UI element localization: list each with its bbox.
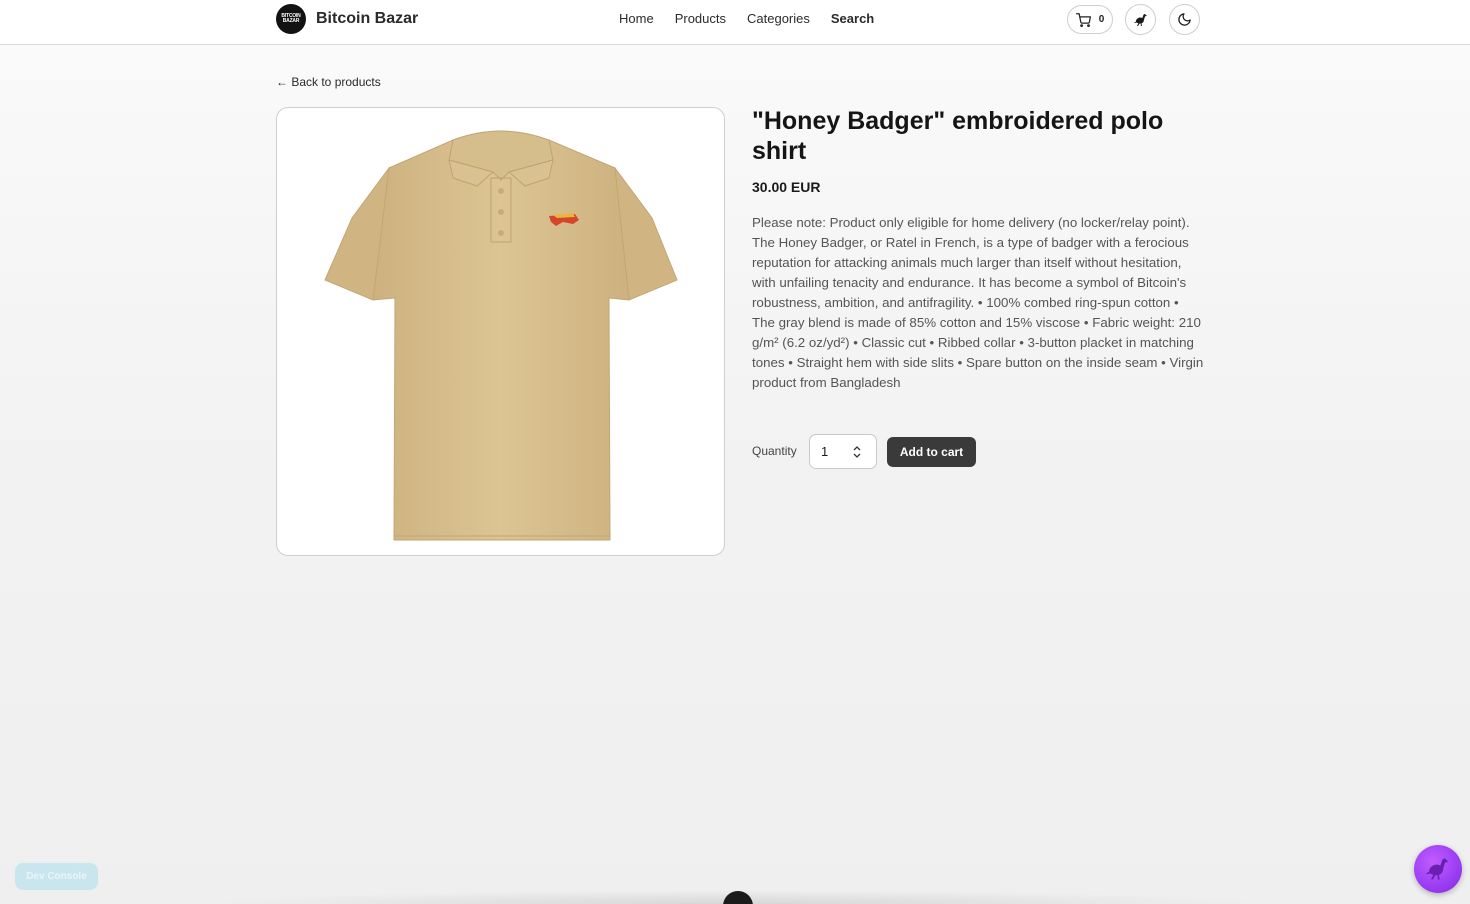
nav-categories[interactable]: Categories xyxy=(747,11,810,26)
dev-console-button[interactable]: Dev Console xyxy=(15,863,98,890)
product-image-polo-shirt xyxy=(324,130,678,541)
moon-icon xyxy=(1178,13,1191,26)
brand-name: Bitcoin Bazar xyxy=(316,10,419,27)
product-title: "Honey Badger" embroidered polo shirt xyxy=(752,107,1164,165)
nav-search[interactable]: Search xyxy=(831,11,874,26)
quantity-stepper[interactable]: 1 xyxy=(809,434,877,469)
brand-logo: BITCOIN BAZAR xyxy=(276,4,306,34)
ostrich-icon xyxy=(1426,858,1448,880)
shopping-cart-icon xyxy=(1075,12,1091,27)
product-image-card xyxy=(276,107,725,556)
brand-home-link[interactable]: BITCOIN BAZAR Bitcoin Bazar xyxy=(276,4,418,34)
theme-toggle-button[interactable] xyxy=(1169,4,1200,35)
page-background xyxy=(0,45,1470,904)
nostr-chat-fab[interactable] xyxy=(1414,845,1462,893)
cart-button[interactable]: 0 xyxy=(1067,5,1113,34)
nav-home[interactable]: Home xyxy=(619,11,654,26)
logo-text-bottom: BAZAR xyxy=(282,18,300,24)
main-nav: Home Products Categories Search xyxy=(619,11,895,26)
top-navbar: BITCOIN BAZAR Bitcoin Bazar Home Product… xyxy=(0,0,1470,45)
quantity-label: Quantity xyxy=(752,444,797,458)
add-to-cart-button[interactable]: Add to cart xyxy=(887,437,976,467)
ostrich-icon xyxy=(1133,13,1147,26)
product-price: 30.00 EUR xyxy=(752,179,821,195)
back-to-products-link[interactable]: ← Back to products xyxy=(276,75,381,89)
nav-products[interactable]: Products xyxy=(675,11,726,26)
stepper-arrows-icon[interactable] xyxy=(852,444,862,460)
product-description: Please note: Product only eligible for h… xyxy=(752,215,1204,390)
nostr-login-button[interactable] xyxy=(1125,4,1156,35)
cart-count-badge: 0 xyxy=(1098,14,1105,25)
